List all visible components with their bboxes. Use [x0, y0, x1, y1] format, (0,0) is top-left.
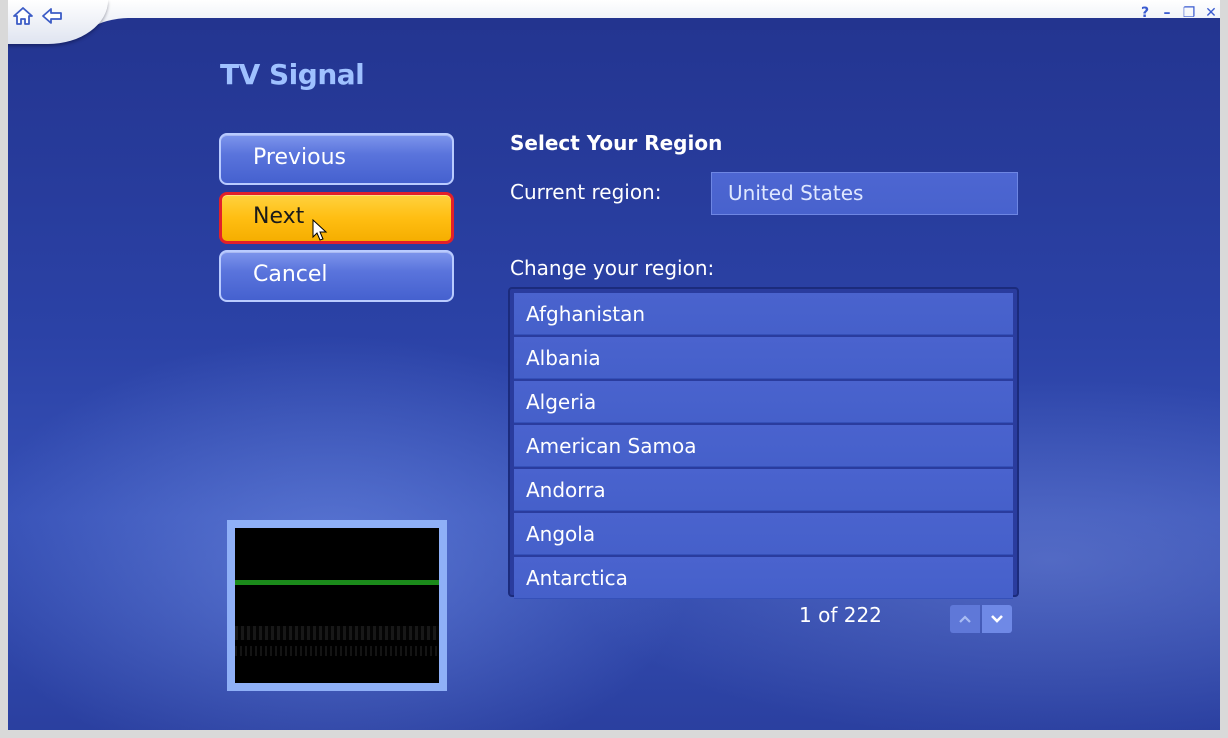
region-list-item[interactable]: American Samoa [514, 425, 1013, 467]
restore-icon[interactable]: ❐ [1180, 4, 1198, 22]
mouse-pointer-icon [312, 219, 328, 241]
next-button[interactable]: Next [219, 192, 454, 244]
section-title: Select Your Region [510, 131, 723, 155]
page-title: TV Signal [220, 58, 365, 91]
chevron-down-icon [991, 615, 1003, 623]
nav-icons [12, 6, 62, 26]
change-region-label: Change your region: [510, 256, 715, 280]
static-noise [235, 646, 439, 656]
help-icon[interactable]: ? [1136, 4, 1154, 22]
cancel-button[interactable]: Cancel [219, 250, 454, 302]
region-list[interactable]: Afghanistan Albania Algeria American Sam… [508, 287, 1019, 599]
chevron-up-icon [959, 615, 971, 623]
previous-button[interactable]: Previous [219, 133, 454, 185]
region-list-item[interactable]: Albania [514, 337, 1013, 379]
window-controls: ? – ❐ ✕ [1136, 4, 1220, 22]
tv-signal-preview [227, 520, 447, 691]
page-count: 1 of 222 [799, 603, 882, 627]
region-list-item[interactable]: Antarctica [514, 557, 1013, 599]
static-noise [235, 626, 439, 640]
window-frame-left [0, 0, 8, 738]
page-up-button[interactable] [950, 605, 980, 633]
region-list-item[interactable]: Afghanistan [514, 293, 1013, 335]
signal-line [235, 580, 439, 585]
region-list-item[interactable]: Andorra [514, 469, 1013, 511]
minimize-icon[interactable]: – [1158, 4, 1176, 22]
current-region-value: United States [711, 172, 1018, 215]
region-list-item[interactable]: Angola [514, 513, 1013, 555]
window-frame-bottom [0, 730, 1228, 738]
close-icon[interactable]: ✕ [1202, 4, 1220, 22]
back-arrow-icon[interactable] [40, 6, 62, 26]
window-frame-right [1220, 0, 1228, 738]
home-icon[interactable] [12, 6, 34, 26]
pager [950, 605, 1012, 633]
tv-preview-screen [235, 528, 439, 683]
current-region-label: Current region: [510, 180, 662, 204]
region-list-item[interactable]: Algeria [514, 381, 1013, 423]
title-bar [0, 0, 1228, 30]
page-down-button[interactable] [982, 605, 1012, 633]
